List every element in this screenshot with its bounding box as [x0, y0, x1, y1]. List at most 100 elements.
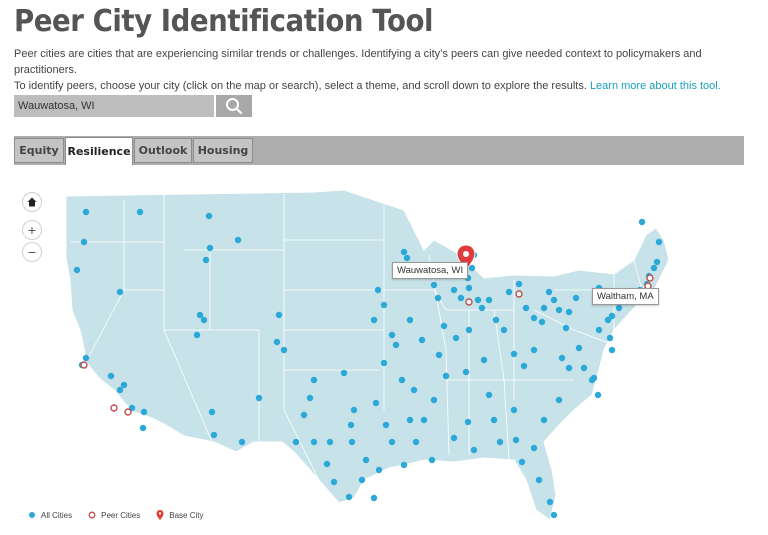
peer-city-ring[interactable]	[80, 361, 88, 369]
city-dot[interactable]	[518, 458, 526, 466]
city-dot[interactable]	[470, 446, 478, 454]
city-dot[interactable]	[82, 208, 90, 216]
peer-city-ring[interactable]	[110, 404, 118, 412]
zoom-in-button[interactable]: +	[22, 220, 42, 240]
peer-city-ring[interactable]	[646, 274, 654, 282]
zoom-out-button[interactable]: −	[22, 242, 42, 262]
city-dot[interactable]	[310, 376, 318, 384]
city-dot[interactable]	[510, 350, 518, 358]
city-dot[interactable]	[430, 396, 438, 404]
city-dot[interactable]	[388, 331, 396, 339]
city-dot[interactable]	[375, 466, 383, 474]
city-dot[interactable]	[565, 308, 573, 316]
city-dot[interactable]	[380, 301, 388, 309]
city-dot[interactable]	[400, 461, 408, 469]
city-dot[interactable]	[650, 264, 658, 272]
city-dot[interactable]	[550, 511, 558, 519]
city-dot[interactable]	[208, 408, 216, 416]
city-dot[interactable]	[362, 456, 370, 464]
city-dot[interactable]	[515, 280, 523, 288]
city-dot[interactable]	[535, 476, 543, 484]
city-dot[interactable]	[400, 248, 408, 256]
city-dot[interactable]	[555, 306, 563, 314]
city-dot[interactable]	[450, 434, 458, 442]
city-dot[interactable]	[374, 286, 382, 294]
city-dot[interactable]	[500, 326, 508, 334]
city-dot[interactable]	[420, 416, 428, 424]
city-dot[interactable]	[140, 408, 148, 416]
city-dot[interactable]	[410, 386, 418, 394]
city-dot[interactable]	[442, 372, 450, 380]
city-dot[interactable]	[538, 318, 546, 326]
us-map-svg[interactable]	[14, 180, 744, 525]
city-dot[interactable]	[205, 212, 213, 220]
city-dot[interactable]	[406, 416, 414, 424]
city-dot[interactable]	[520, 362, 528, 370]
city-dot[interactable]	[594, 391, 602, 399]
city-dot[interactable]	[435, 351, 443, 359]
city-dot[interactable]	[406, 316, 414, 324]
city-dot[interactable]	[202, 256, 210, 264]
city-dot[interactable]	[326, 438, 334, 446]
city-dot[interactable]	[392, 341, 400, 349]
city-dot[interactable]	[193, 331, 201, 339]
city-dot[interactable]	[200, 316, 208, 324]
city-dot[interactable]	[196, 311, 204, 319]
city-dot[interactable]	[372, 399, 380, 407]
city-dot[interactable]	[546, 498, 554, 506]
city-dot[interactable]	[306, 394, 314, 402]
city-dot[interactable]	[82, 354, 90, 362]
city-dot[interactable]	[398, 376, 406, 384]
city-dot[interactable]	[465, 284, 473, 292]
city-dot[interactable]	[330, 478, 338, 486]
city-dot[interactable]	[550, 296, 558, 304]
city-dot[interactable]	[136, 208, 144, 216]
city-dot[interactable]	[280, 346, 288, 354]
peer-city-ring[interactable]	[465, 298, 473, 306]
city-dot[interactable]	[358, 476, 366, 484]
tab-resilience[interactable]: Resilience	[65, 137, 133, 165]
city-dot[interactable]	[382, 421, 390, 429]
city-dot[interactable]	[604, 316, 612, 324]
city-dot[interactable]	[430, 281, 438, 289]
city-dot[interactable]	[474, 296, 482, 304]
city-dot[interactable]	[572, 294, 580, 302]
peer-city-ring[interactable]	[515, 290, 523, 298]
city-dot[interactable]	[292, 438, 300, 446]
city-dot[interactable]	[590, 374, 598, 382]
city-dot[interactable]	[452, 334, 460, 342]
city-dot[interactable]	[340, 369, 348, 377]
city-dot[interactable]	[434, 294, 442, 302]
city-dot[interactable]	[608, 346, 616, 354]
city-dot[interactable]	[403, 254, 411, 262]
city-dot[interactable]	[323, 460, 331, 468]
city-dot[interactable]	[457, 294, 465, 302]
city-dot[interactable]	[206, 244, 214, 252]
tab-housing[interactable]: Housing	[193, 138, 253, 163]
city-dot[interactable]	[370, 316, 378, 324]
city-dot[interactable]	[116, 288, 124, 296]
city-dot[interactable]	[80, 238, 88, 246]
city-dot[interactable]	[638, 218, 646, 226]
city-dot[interactable]	[345, 493, 353, 501]
tab-equity[interactable]: Equity	[14, 138, 64, 163]
city-dot[interactable]	[580, 364, 588, 372]
city-dot[interactable]	[512, 436, 520, 444]
city-dot[interactable]	[450, 286, 458, 294]
city-dot[interactable]	[234, 236, 242, 244]
city-dot[interactable]	[412, 438, 420, 446]
city-dot[interactable]	[485, 391, 493, 399]
city-dot[interactable]	[238, 438, 246, 446]
city-dot[interactable]	[418, 336, 426, 344]
city-dot[interactable]	[558, 354, 566, 362]
home-button[interactable]	[22, 192, 42, 212]
city-dot[interactable]	[273, 338, 281, 346]
city-dot[interactable]	[545, 288, 553, 296]
city-dot[interactable]	[210, 431, 218, 439]
city-dot[interactable]	[480, 356, 488, 364]
city-dot[interactable]	[464, 418, 472, 426]
city-dot[interactable]	[275, 311, 283, 319]
city-dot[interactable]	[530, 314, 538, 322]
city-dot[interactable]	[606, 334, 614, 342]
city-dot[interactable]	[120, 381, 128, 389]
